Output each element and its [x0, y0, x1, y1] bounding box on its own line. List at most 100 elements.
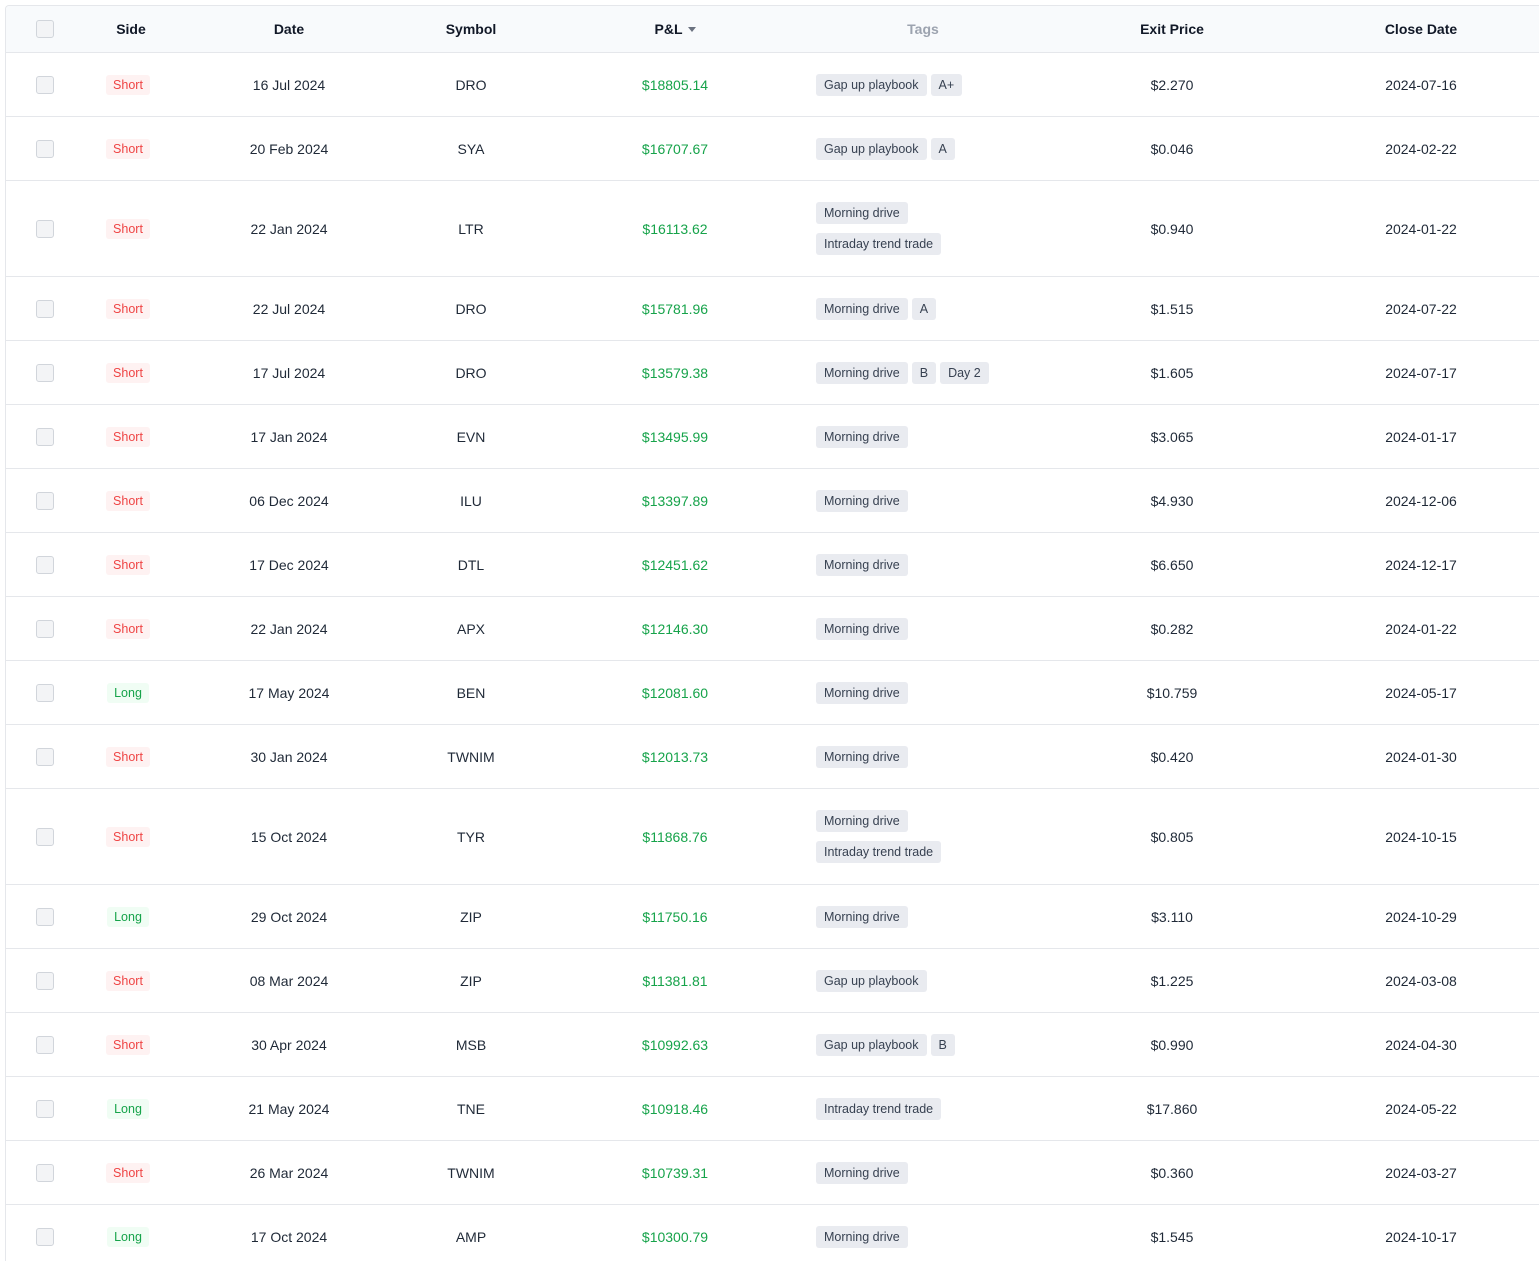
- tag-chip[interactable]: Morning drive: [816, 905, 908, 928]
- tag-chip[interactable]: Intraday trend trade: [816, 1097, 942, 1120]
- symbol-cell[interactable]: TYR: [376, 789, 566, 884]
- tag-chip[interactable]: B: [911, 361, 937, 384]
- header-pnl[interactable]: P&L: [576, 6, 774, 52]
- tag-chip[interactable]: Gap up playbook: [816, 1033, 927, 1056]
- symbol-cell[interactable]: APX: [376, 597, 566, 660]
- table-row[interactable]: Short 20 Feb 2024 SYA $16707.67 Gap up playb…: [6, 117, 1539, 181]
- symbol-cell[interactable]: LTR: [376, 181, 566, 276]
- symbol-cell[interactable]: MSB: [376, 1013, 566, 1076]
- date-cell: 21 May 2024: [248, 1100, 330, 1117]
- row-checkbox[interactable]: [36, 1227, 54, 1246]
- row-checkbox[interactable]: [36, 363, 54, 382]
- symbol-cell[interactable]: SYA: [376, 117, 566, 180]
- tag-chip[interactable]: A: [911, 297, 937, 320]
- symbol-cell[interactable]: ZIP: [376, 949, 566, 1012]
- table-row[interactable]: Short 08 Mar 2024 ZIP $11381.81 Gap up playb…: [6, 949, 1539, 1013]
- symbol-cell[interactable]: TWNIM: [376, 725, 566, 788]
- tag-chip[interactable]: Morning drive: [816, 617, 908, 640]
- tag-chip[interactable]: Morning drive: [816, 202, 908, 224]
- row-checkbox[interactable]: [36, 619, 54, 638]
- table-row[interactable]: Short 06 Dec 2024 ILU $13397.89 Morning driv…: [6, 469, 1539, 533]
- side-cell: Long: [78, 885, 178, 948]
- tag-chip[interactable]: Day 2: [940, 361, 989, 384]
- table-row[interactable]: Long 21 May 2024 TNE $10918.46 Intraday tren…: [6, 1077, 1539, 1141]
- row-checkbox[interactable]: [36, 1099, 54, 1118]
- table-row[interactable]: Short 15 Oct 2024 TYR $11868.76 Morning driv…: [6, 789, 1539, 885]
- symbol-cell[interactable]: DRO: [376, 277, 566, 340]
- symbol-cell[interactable]: TNE: [376, 1077, 566, 1140]
- table-row[interactable]: Short 17 Jul 2024 DRO $13579.38 Morning driv…: [6, 341, 1539, 405]
- table-row[interactable]: Short 17 Jan 2024 EVN $13495.99 Morning driv…: [6, 405, 1539, 469]
- row-checkbox[interactable]: [36, 491, 54, 510]
- symbol-cell[interactable]: DRO: [376, 53, 566, 116]
- header-date[interactable]: Date: [189, 6, 389, 52]
- row-checkbox[interactable]: [36, 971, 54, 990]
- row-checkbox[interactable]: [36, 747, 54, 766]
- tag-line: Morning drive: [806, 810, 908, 832]
- row-checkbox[interactable]: [36, 427, 54, 446]
- header-close-date[interactable]: Close Date: [1321, 6, 1521, 52]
- side-badge: Short: [106, 74, 150, 95]
- tag-chip[interactable]: Morning drive: [816, 1225, 908, 1248]
- tag-chip[interactable]: A+: [930, 73, 963, 96]
- header-side[interactable]: Side: [86, 6, 176, 52]
- caret-down-icon[interactable]: [687, 26, 696, 32]
- symbol-cell[interactable]: ZIP: [376, 885, 566, 948]
- row-checkbox[interactable]: [36, 683, 54, 702]
- symbol-cell[interactable]: DTL: [376, 533, 566, 596]
- row-checkbox[interactable]: [36, 139, 54, 158]
- header-symbol[interactable]: Symbol: [376, 6, 566, 52]
- symbol-cell[interactable]: DRO: [376, 341, 566, 404]
- tag-chip[interactable]: Gap up playbook: [816, 137, 927, 160]
- tag-chip[interactable]: B: [930, 1033, 955, 1056]
- tag-chip[interactable]: Gap up playbook: [816, 73, 927, 96]
- symbol-cell[interactable]: AMP: [376, 1205, 566, 1261]
- table-row[interactable]: Short 30 Apr 2024 MSB $10992.63 Gap up playb…: [6, 1013, 1539, 1077]
- tag-chip[interactable]: A: [930, 137, 955, 160]
- tag-chip[interactable]: Morning drive: [816, 489, 908, 512]
- tag-chip[interactable]: Morning drive: [816, 297, 908, 320]
- table-row[interactable]: Long 17 May 2024 BEN $12081.60 Morning drive…: [6, 661, 1539, 725]
- tag-chip[interactable]: Morning drive: [816, 553, 908, 576]
- tag-chip[interactable]: Morning drive: [816, 1161, 908, 1184]
- tag-chip[interactable]: Morning drive: [816, 681, 908, 704]
- table-row[interactable]: Short 22 Jan 2024 LTR $16113.62 Morning driv…: [6, 181, 1539, 277]
- table-row[interactable]: Short 22 Jul 2024 DRO $15781.96 Morning driv…: [6, 277, 1539, 341]
- tag-chip[interactable]: Morning drive: [816, 361, 908, 384]
- side-cell: Long: [78, 1077, 178, 1140]
- row-checkbox[interactable]: [36, 75, 54, 94]
- table-row[interactable]: Short 17 Dec 2024 DTL $12451.62 Morning driv…: [6, 533, 1539, 597]
- tag-line: Morning drive: [806, 202, 908, 224]
- row-checkbox[interactable]: [36, 1035, 54, 1054]
- tags-cell: Morning drive: [806, 885, 1041, 948]
- row-checkbox[interactable]: [36, 907, 54, 926]
- pnl-value: $10992.63: [641, 1036, 709, 1053]
- symbol-cell[interactable]: TWNIM: [376, 1141, 566, 1204]
- table-row[interactable]: Short 22 Jan 2024 APX $12146.30 Morning driv…: [6, 597, 1539, 661]
- header-exit-price[interactable]: Exit Price: [1072, 6, 1272, 52]
- table-row[interactable]: Short 30 Jan 2024 TWNIM $12013.73 Morning dr…: [6, 725, 1539, 789]
- row-checkbox[interactable]: [36, 555, 54, 574]
- select-all-checkbox[interactable]: [36, 20, 54, 38]
- row-checkbox[interactable]: [36, 299, 54, 318]
- table-row[interactable]: Short 26 Mar 2024 TWNIM $10739.31 Morning dr…: [6, 1141, 1539, 1205]
- table-row[interactable]: Long 17 Oct 2024 AMP $10300.79 Morning drive…: [6, 1205, 1539, 1261]
- tag-chip[interactable]: Morning drive: [816, 425, 908, 448]
- table-row[interactable]: Short 16 Jul 2024 DRO $18805.14 Gap up playb…: [6, 53, 1539, 117]
- tag-chip[interactable]: Intraday trend trade: [816, 233, 942, 255]
- tag-chip[interactable]: Morning drive: [816, 810, 908, 832]
- symbol-cell[interactable]: BEN: [376, 661, 566, 724]
- date-cell: 06 Dec 2024: [249, 492, 329, 509]
- table-row[interactable]: Long 29 Oct 2024 ZIP $11750.16 Morning drive…: [6, 885, 1539, 949]
- symbol-cell[interactable]: ILU: [376, 469, 566, 532]
- side-badge: Short: [106, 618, 150, 639]
- symbol-cell[interactable]: EVN: [376, 405, 566, 468]
- row-checkbox[interactable]: [36, 827, 54, 846]
- row-checkbox[interactable]: [36, 219, 54, 238]
- tag-chip[interactable]: Morning drive: [816, 745, 908, 768]
- pnl-cell: $18805.14: [576, 53, 774, 116]
- row-checkbox[interactable]: [36, 1163, 54, 1182]
- tag-chip[interactable]: Gap up playbook: [816, 969, 927, 992]
- date-cell: 17 May 2024: [248, 684, 330, 701]
- tag-chip[interactable]: Intraday trend trade: [816, 841, 942, 863]
